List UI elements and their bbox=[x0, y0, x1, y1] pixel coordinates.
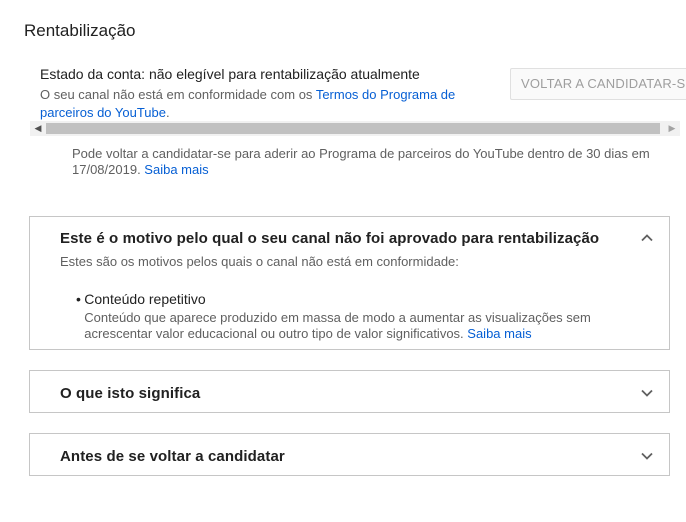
panel-before-reapplying[interactable]: Antes de se voltar a candidatar bbox=[29, 433, 670, 476]
reason-item: • Conteúdo repetitivo Conteúdo que apare… bbox=[60, 290, 651, 342]
account-status-description: O seu canal não está em conformidade com… bbox=[40, 86, 480, 122]
reapply-learn-more-link[interactable]: Saiba mais bbox=[144, 162, 208, 177]
panel-title: O que isto significa bbox=[60, 385, 201, 402]
status-desc-prefix: O seu canal não está em conformidade com… bbox=[40, 87, 316, 102]
panel-rejection-reason: Este é o motivo pelo qual o seu canal nã… bbox=[29, 216, 670, 350]
panel-rejection-reason-body: Estes são os motivos pelos quais o canal… bbox=[30, 254, 669, 352]
status-desc-suffix: . bbox=[166, 105, 170, 120]
panel-before-reapplying-header[interactable]: Antes de se voltar a candidatar bbox=[30, 434, 669, 476]
bullet: • bbox=[76, 291, 81, 307]
scroll-right-arrow-icon[interactable]: ▶ bbox=[664, 121, 680, 136]
panel-rejection-reason-header[interactable]: Este é o motivo pelo qual o seu canal nã… bbox=[30, 217, 669, 259]
reapply-note: Pode voltar a candidatar-se para aderir … bbox=[72, 146, 672, 178]
reapply-button[interactable]: VOLTAR A CANDIDATAR-SE bbox=[510, 68, 686, 100]
page-title: Rentabilização bbox=[24, 21, 136, 40]
page: Rentabilização Estado da conta: não eleg… bbox=[0, 0, 686, 522]
panel-title: Este é o motivo pelo qual o seu canal nã… bbox=[60, 230, 600, 247]
account-status-line: Estado da conta: não elegível para renta… bbox=[40, 66, 420, 82]
account-status: Estado da conta: não elegível para renta… bbox=[40, 65, 480, 122]
scroll-left-arrow-icon[interactable]: ◀ bbox=[30, 121, 46, 136]
reason-description: Conteúdo que aparece produzido em massa … bbox=[84, 310, 651, 342]
reason-learn-more-link[interactable]: Saiba mais bbox=[467, 326, 531, 341]
chevron-up-icon[interactable] bbox=[640, 231, 654, 245]
reason-title: Conteúdo repetitivo bbox=[84, 291, 206, 307]
horizontal-scrollbar[interactable]: ◀ ▶ bbox=[30, 121, 680, 136]
chevron-down-icon[interactable] bbox=[640, 386, 654, 400]
panel-title: Antes de se voltar a candidatar bbox=[60, 448, 285, 465]
scrollbar-thumb[interactable] bbox=[46, 123, 660, 134]
panel-what-this-means[interactable]: O que isto significa bbox=[29, 370, 670, 413]
panel-what-this-means-header[interactable]: O que isto significa bbox=[30, 371, 669, 413]
chevron-down-icon[interactable] bbox=[640, 449, 654, 463]
